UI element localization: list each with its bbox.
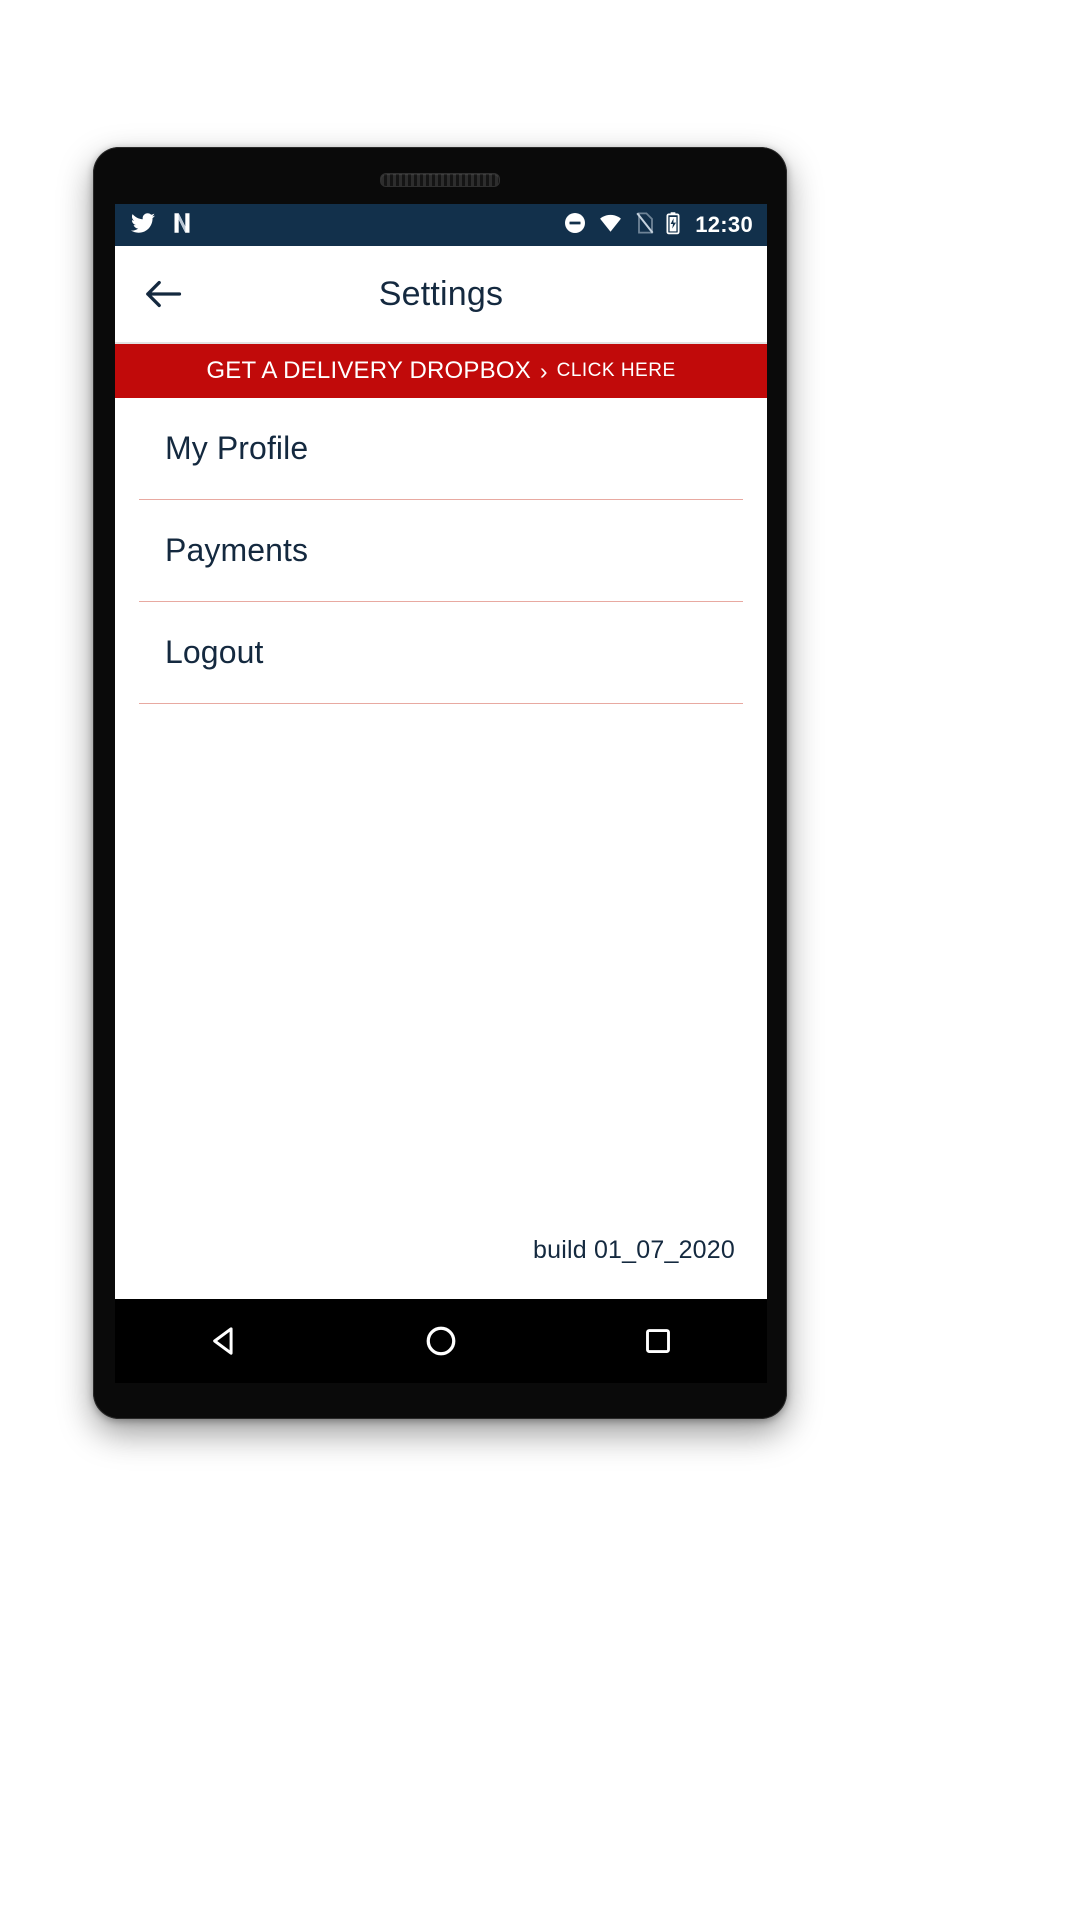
back-arrow-icon — [146, 280, 182, 308]
status-bar-notification-icons — [129, 211, 194, 240]
android-back-button[interactable] — [189, 1306, 259, 1376]
status-bar: 12:30 — [115, 204, 767, 246]
chevron-right-icon: › — [539, 357, 548, 384]
menu-item-my-profile[interactable]: My Profile — [139, 398, 743, 500]
menu-item-payments[interactable]: Payments — [139, 500, 743, 602]
promo-banner-main-text: GET A DELIVERY DROPBOX — [206, 357, 531, 384]
wifi-icon — [598, 212, 623, 239]
status-bar-clock: 12:30 — [695, 212, 753, 237]
menu-item-label: Logout — [165, 634, 264, 670]
netflix-n-icon — [170, 211, 194, 240]
android-home-button[interactable] — [406, 1306, 476, 1376]
do-not-disturb-icon — [563, 211, 587, 240]
battery-icon — [665, 211, 681, 240]
back-button[interactable] — [135, 266, 191, 322]
android-navigation-bar — [115, 1299, 767, 1383]
circle-icon — [426, 1326, 456, 1356]
build-version-label: build 01_07_2020 — [532, 1236, 735, 1264]
status-bar-system-icons: 12:30 — [563, 211, 753, 240]
settings-menu-list: My Profile Payments Logout build 01_07_2… — [115, 398, 767, 1299]
square-icon — [646, 1329, 671, 1353]
triangle-left-icon — [212, 1327, 233, 1355]
twitter-icon — [129, 211, 157, 240]
earpiece-speaker-grille — [380, 173, 500, 187]
menu-item-label: My Profile — [165, 430, 309, 466]
phone-screen: 12:30 Settings GET A DELIVERY DROPBOX › … — [115, 204, 767, 1299]
page-title: Settings — [378, 274, 504, 313]
no-sim-icon — [634, 211, 654, 240]
menu-item-logout[interactable]: Logout — [139, 602, 743, 704]
promo-banner-cta-text: CLICK HERE — [556, 360, 676, 381]
menu-item-label: Payments — [165, 532, 309, 568]
app-bar: Settings — [115, 246, 767, 344]
android-recents-button[interactable] — [623, 1306, 693, 1376]
delivery-dropbox-promo-banner[interactable]: GET A DELIVERY DROPBOX › CLICK HERE — [115, 344, 767, 398]
menu-empty-space — [139, 704, 743, 1236]
phone-device-frame: 12:30 Settings GET A DELIVERY DROPBOX › … — [93, 147, 787, 1419]
